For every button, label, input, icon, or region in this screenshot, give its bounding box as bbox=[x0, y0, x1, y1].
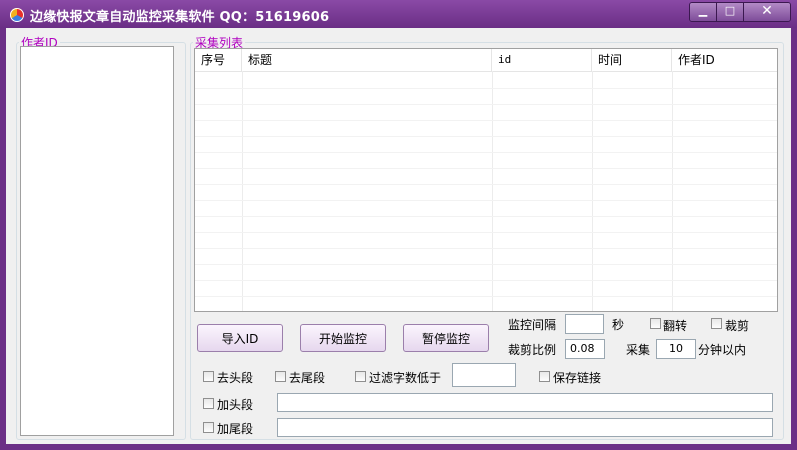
add-tail-checkbox[interactable] bbox=[203, 422, 214, 433]
table-row bbox=[195, 72, 777, 89]
table-row bbox=[195, 296, 777, 311]
add-head-input[interactable] bbox=[277, 393, 773, 412]
table-row bbox=[195, 232, 777, 249]
table-row bbox=[195, 184, 777, 201]
maximize-button[interactable]: □ bbox=[717, 3, 744, 21]
interval-label: 监控间隔 bbox=[508, 318, 557, 332]
remove-head-label: 去头段 bbox=[217, 371, 254, 385]
client-area: 作者ID 采集列表 序号 标题 id 时间 作者ID 导入ID 开始监控 暂停监… bbox=[6, 28, 791, 444]
crop-label: 裁剪 bbox=[725, 319, 750, 333]
crop-ratio-label: 裁剪比例 bbox=[508, 343, 557, 357]
start-monitor-button[interactable]: 开始监控 bbox=[300, 324, 386, 352]
column-header-time[interactable]: 时间 bbox=[592, 49, 672, 71]
keep-links-label: 保存链接 bbox=[553, 371, 602, 385]
author-id-list[interactable] bbox=[20, 46, 174, 436]
collect-label: 采集 bbox=[626, 343, 651, 357]
filter-words-input[interactable] bbox=[452, 363, 516, 387]
table-row bbox=[195, 248, 777, 265]
table-row bbox=[195, 216, 777, 233]
add-tail-input[interactable] bbox=[277, 418, 773, 437]
flip-checkbox[interactable] bbox=[650, 318, 661, 329]
app-window: 边缘快报文章自动监控采集软件 QQ：51619606 ▁ □ ✕ 作者ID 采集… bbox=[0, 0, 797, 450]
remove-head-checkbox[interactable] bbox=[203, 371, 214, 382]
window-title: 边缘快报文章自动监控采集软件 QQ：51619606 bbox=[30, 10, 330, 25]
title-bar[interactable]: 边缘快报文章自动监控采集软件 QQ：51619606 ▁ □ ✕ bbox=[0, 0, 797, 28]
column-header-id[interactable]: id bbox=[492, 49, 592, 71]
collect-minutes-input[interactable]: 10 bbox=[656, 339, 696, 359]
table-row bbox=[195, 120, 777, 137]
remove-tail-label: 去尾段 bbox=[289, 371, 326, 385]
seconds-unit-label: 秒 bbox=[612, 318, 625, 332]
keep-links-checkbox[interactable] bbox=[539, 371, 550, 382]
app-logo-icon bbox=[10, 8, 24, 22]
table-row bbox=[195, 264, 777, 281]
table-row bbox=[195, 280, 777, 297]
column-header-index[interactable]: 序号 bbox=[195, 49, 242, 71]
add-head-checkbox[interactable] bbox=[203, 398, 214, 409]
table-row bbox=[195, 152, 777, 169]
table-row bbox=[195, 168, 777, 185]
minimize-button[interactable]: ▁ bbox=[690, 3, 717, 21]
remove-tail-checkbox[interactable] bbox=[275, 371, 286, 382]
import-id-button[interactable]: 导入ID bbox=[197, 324, 283, 352]
interval-input[interactable] bbox=[565, 314, 604, 334]
close-button[interactable]: ✕ bbox=[744, 3, 790, 21]
add-tail-label: 加尾段 bbox=[217, 422, 254, 436]
add-head-label: 加头段 bbox=[217, 398, 254, 412]
table-header: 序号 标题 id 时间 作者ID bbox=[195, 49, 777, 72]
table-row bbox=[195, 136, 777, 153]
filter-words-label: 过滤字数低于 bbox=[369, 371, 442, 385]
column-header-title[interactable]: 标题 bbox=[242, 49, 492, 71]
pause-monitor-button[interactable]: 暂停监控 bbox=[403, 324, 489, 352]
crop-ratio-input[interactable]: 0.08 bbox=[565, 339, 605, 359]
minutes-within-label: 分钟以内 bbox=[698, 343, 747, 357]
crop-checkbox[interactable] bbox=[711, 318, 722, 329]
table-row bbox=[195, 104, 777, 121]
column-header-author-id[interactable]: 作者ID bbox=[672, 49, 777, 71]
table-row bbox=[195, 88, 777, 105]
collect-table[interactable]: 序号 标题 id 时间 作者ID bbox=[194, 48, 778, 312]
table-row bbox=[195, 200, 777, 217]
flip-label: 翻转 bbox=[663, 319, 688, 333]
window-controls: ▁ □ ✕ bbox=[689, 2, 791, 22]
filter-words-checkbox[interactable] bbox=[355, 371, 366, 382]
